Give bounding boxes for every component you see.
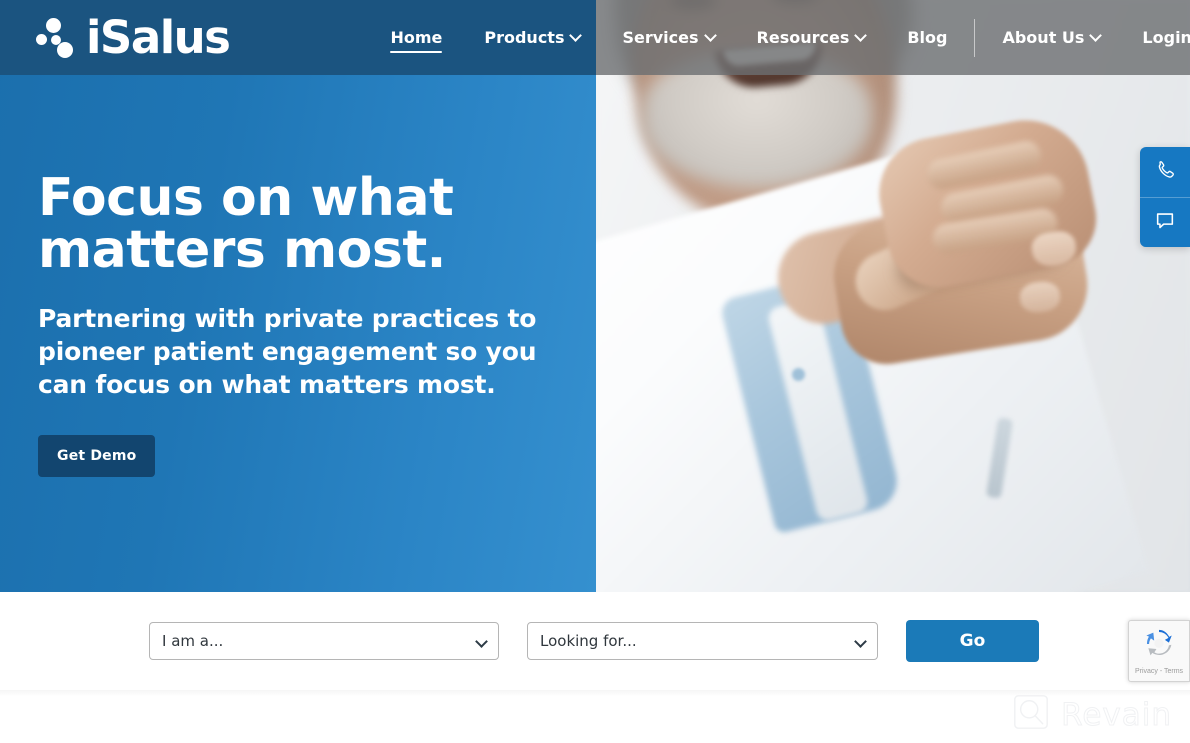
hero-content: Focus on what matters most. Partnering w… — [38, 172, 578, 477]
brand-logo[interactable]: iSalus — [36, 11, 231, 64]
nav-links: Home Products Services Resources Blog Ab… — [369, 0, 1190, 75]
nav-item-label: Login — [1142, 28, 1190, 47]
i-am-a-select-wrap: I am a... — [149, 622, 499, 660]
isalus-dots-logo-icon — [36, 17, 76, 58]
chevron-down-icon — [1091, 31, 1100, 40]
nav-item-login[interactable]: Login — [1121, 0, 1190, 75]
nav-item-home[interactable]: Home — [369, 0, 463, 75]
nav-item-about-us[interactable]: About Us — [981, 0, 1121, 75]
chevron-down-icon — [571, 31, 580, 40]
hero-title-line-2: matters most. — [38, 220, 446, 280]
nav-item-services[interactable]: Services — [601, 0, 735, 75]
nav-item-label: Products — [484, 28, 565, 47]
recaptcha-legal-text: Privacy - Terms — [1134, 668, 1184, 675]
chat-tab[interactable] — [1140, 197, 1190, 247]
hero-section: Focus on what matters most. Partnering w… — [0, 0, 1190, 592]
filter-controls: I am a... Looking for... Go — [149, 620, 1039, 662]
hero-photo — [596, 0, 1190, 592]
filter-search-bar: I am a... Looking for... Go — [0, 592, 1190, 690]
chevron-down-icon — [706, 31, 715, 40]
footer-area — [0, 696, 1190, 743]
recaptcha-badge[interactable]: Privacy - Terms — [1128, 620, 1190, 682]
nav-item-label: Services — [622, 28, 699, 47]
recaptcha-icon — [1142, 627, 1176, 666]
hero-blue-panel: Focus on what matters most. Partnering w… — [0, 0, 596, 592]
nav-item-label: Home — [390, 28, 443, 47]
nav-item-label: About Us — [1002, 28, 1085, 47]
photo-shirt-button — [792, 368, 805, 381]
hero-title: Focus on what matters most. — [38, 172, 578, 276]
go-button[interactable]: Go — [906, 620, 1039, 662]
nav-item-blog[interactable]: Blog — [886, 0, 968, 75]
nav-item-products[interactable]: Products — [463, 0, 601, 75]
hero-subtitle: Partnering with private practices to pio… — [38, 304, 537, 399]
nav-divider — [974, 18, 976, 57]
top-navigation-bar: iSalus Home Products Services Resources … — [0, 0, 1190, 75]
phone-icon — [1154, 159, 1176, 186]
nav-item-label: Resources — [756, 28, 850, 47]
page-root: Focus on what matters most. Partnering w… — [0, 0, 1190, 743]
side-contact-tabs — [1140, 147, 1190, 247]
brand-name: iSalus — [86, 11, 231, 64]
looking-for-select[interactable]: Looking for... — [527, 622, 878, 660]
nav-item-resources[interactable]: Resources — [736, 0, 887, 75]
get-demo-button[interactable]: Get Demo — [38, 435, 156, 477]
hero-title-line-1: Focus on what — [38, 168, 454, 228]
chat-bubble-icon — [1154, 209, 1176, 236]
active-indicator — [390, 51, 443, 53]
i-am-a-select[interactable]: I am a... — [149, 622, 499, 660]
call-tab[interactable] — [1140, 147, 1190, 197]
looking-for-select-wrap: Looking for... — [527, 622, 878, 660]
nav-item-label: Blog — [907, 28, 948, 47]
chevron-down-icon — [856, 31, 865, 40]
